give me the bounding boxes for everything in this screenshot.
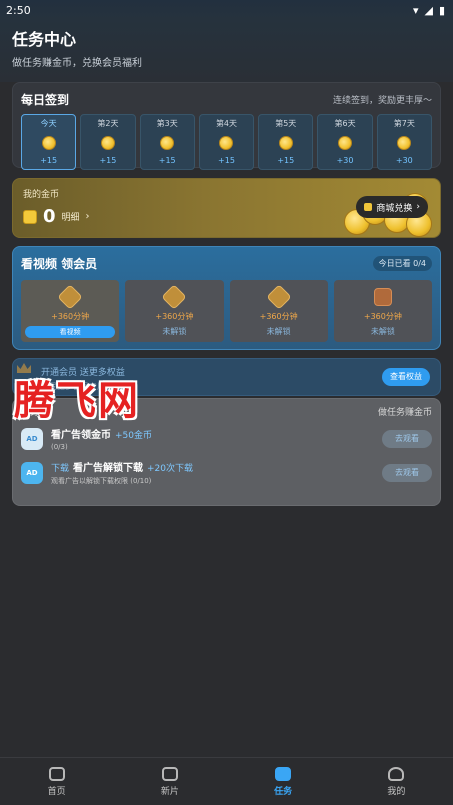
task-item: AD 看广告领金币 +50金币 (0/3) 去观看: [21, 426, 432, 451]
signin-day[interactable]: 第2天 +15: [80, 114, 136, 170]
tier-reward: +360分钟: [51, 311, 90, 321]
tier-status: 未解锁: [162, 327, 187, 336]
task-subtitle: (0/3): [51, 443, 68, 451]
signin-day[interactable]: 第4天 +15: [198, 114, 255, 170]
go-watch-button[interactable]: 去观看: [382, 463, 432, 482]
nav-label: 我的: [387, 786, 406, 797]
watermark: 腾飞网: [14, 377, 140, 424]
signin-day-row: 今天 +15 第2天 +15 第3天 +15 第4天 +15 第5天 +15 第…: [21, 114, 432, 170]
task-prefix: 下载: [51, 464, 70, 474]
status-bar: 2:50 ▾ ◢ ▮: [0, 0, 453, 20]
signin-day[interactable]: 第3天 +15: [139, 114, 195, 170]
home-icon: [48, 766, 65, 781]
day-reward: +30: [395, 156, 413, 165]
view-benefits-button[interactable]: 查看权益: [382, 368, 430, 386]
status-time: 2:50: [6, 3, 31, 17]
signin-day[interactable]: 第6天 +30: [317, 114, 373, 170]
task-icon: [275, 766, 292, 781]
coin-icon: [278, 135, 293, 150]
day-label: 第6天: [334, 119, 356, 128]
nav-label: 任务: [274, 786, 293, 797]
nav-label: 新片: [160, 786, 179, 797]
chevron-right-icon: ›: [85, 211, 90, 222]
nav-item-profile[interactable]: 我的: [366, 766, 426, 797]
my-gold-card: 我的金币 0 明细 › 商城兑换 ›: [12, 178, 441, 238]
gold-coin-icon: [23, 209, 37, 224]
signin-day[interactable]: 今天 +15: [21, 114, 77, 170]
coin-icon: [338, 135, 353, 150]
task-subtitle: 观看广告以解锁下载权限 (0/10): [51, 477, 152, 485]
tier-reward: +360分钟: [363, 311, 402, 321]
nav-item-home[interactable]: 首页: [27, 766, 87, 797]
nav-label: 首页: [47, 786, 66, 797]
mall-exchange-button[interactable]: 商城兑换 ›: [356, 196, 428, 218]
medal-icon: [161, 284, 188, 310]
signin-day[interactable]: 第5天 +15: [258, 114, 314, 170]
page-subtitle: 做任务赚金币，兑换会员福利: [12, 58, 142, 69]
day-reward: +15: [40, 156, 58, 165]
battery-icon: ▮: [438, 3, 445, 17]
daily-signin-card: 每日签到 连续签到，奖励更丰厚～ 今天 +15 第2天 +15 第3天 +15 …: [12, 82, 441, 170]
person-icon: [388, 766, 405, 781]
coin-icon: [397, 135, 412, 150]
day-reward: +30: [336, 156, 354, 165]
mall-exchange-label: 商城兑换: [376, 203, 413, 214]
day-label: 第4天: [215, 119, 238, 128]
day-label: 第2天: [97, 119, 119, 128]
day-reward: +15: [218, 156, 235, 165]
watch-video-button[interactable]: 看视频: [25, 326, 116, 338]
coin-icon: [219, 135, 234, 150]
chevron-right-icon: ›: [416, 202, 420, 212]
task-reward-tag: +20次下载: [147, 464, 194, 474]
task-title: 看广告领金币: [51, 430, 111, 441]
movie-icon: [161, 766, 178, 781]
day-label: 第3天: [156, 119, 178, 128]
tier-status: 未解锁: [266, 327, 291, 336]
day-label: 今天: [40, 119, 57, 128]
video-vip-card: 看视频 领会员 今日已看 0/4 +360分钟 看视频 +360分钟 未解锁 +…: [12, 246, 441, 350]
status-icons: ▾ ◢ ▮: [413, 4, 445, 17]
day-reward: +15: [158, 156, 176, 165]
medal-icon: [57, 284, 83, 310]
wifi-icon: ▾: [412, 3, 419, 17]
medal-icon: [265, 284, 292, 310]
signin-title: 每日签到: [21, 93, 70, 107]
task-item: AD 下载 看广告解锁下载 +20次下载 观看广告以解锁下载权限 (0/10) 去观…: [21, 459, 432, 486]
video-tier[interactable]: +360分钟 看视频: [21, 280, 120, 342]
gold-detail-label: 明细: [61, 213, 80, 223]
go-watch-button[interactable]: 去观看: [382, 429, 432, 448]
day-reward: +15: [99, 156, 117, 165]
video-tier[interactable]: +360分钟 未解锁: [125, 280, 224, 342]
task-title: 看广告解锁下载: [73, 463, 144, 474]
video-progress: 今日已看 0/4: [372, 256, 432, 271]
tier-reward: +360分钟: [259, 311, 298, 321]
signal-icon: ◢: [424, 3, 433, 17]
gold-count: 0: [43, 206, 56, 227]
video-title: 看视频 领会员: [21, 257, 98, 271]
ad-icon: AD: [21, 427, 43, 450]
video-tier-row: +360分钟 看视频 +360分钟 未解锁 +360分钟 未解锁 +360分钟 …: [21, 280, 432, 342]
nav-item-tasks[interactable]: 任务: [253, 766, 313, 797]
signin-day[interactable]: 第7天 +30: [376, 114, 432, 170]
bottom-nav: 首页 新片 任务 我的: [0, 757, 453, 805]
tier-status: 未解锁: [370, 327, 395, 336]
tier-reward: +360分钟: [155, 311, 194, 321]
ad-icon: AD: [21, 461, 43, 484]
treasure-box-icon: [373, 288, 392, 306]
coin-icon: [160, 135, 175, 150]
video-tier[interactable]: +360分钟 未解锁: [333, 280, 432, 342]
page-header: 任务中心 做任务赚金币，兑换会员福利: [0, 20, 453, 82]
coin-icon: [41, 135, 56, 150]
signin-hint: 连续签到，奖励更丰厚～: [332, 96, 432, 106]
day-reward: +15: [277, 156, 295, 165]
shop-icon: [364, 203, 373, 211]
day-label: 第7天: [393, 119, 415, 128]
task-reward-tag: +50金币: [115, 431, 152, 441]
page-title: 任务中心: [12, 30, 77, 49]
nav-item-new-movies[interactable]: 新片: [140, 766, 200, 797]
task-section-hint: 做任务赚金币: [377, 408, 432, 418]
video-tier[interactable]: +360分钟 未解锁: [229, 280, 328, 342]
day-label: 第5天: [275, 119, 297, 128]
coin-icon: [100, 135, 115, 150]
